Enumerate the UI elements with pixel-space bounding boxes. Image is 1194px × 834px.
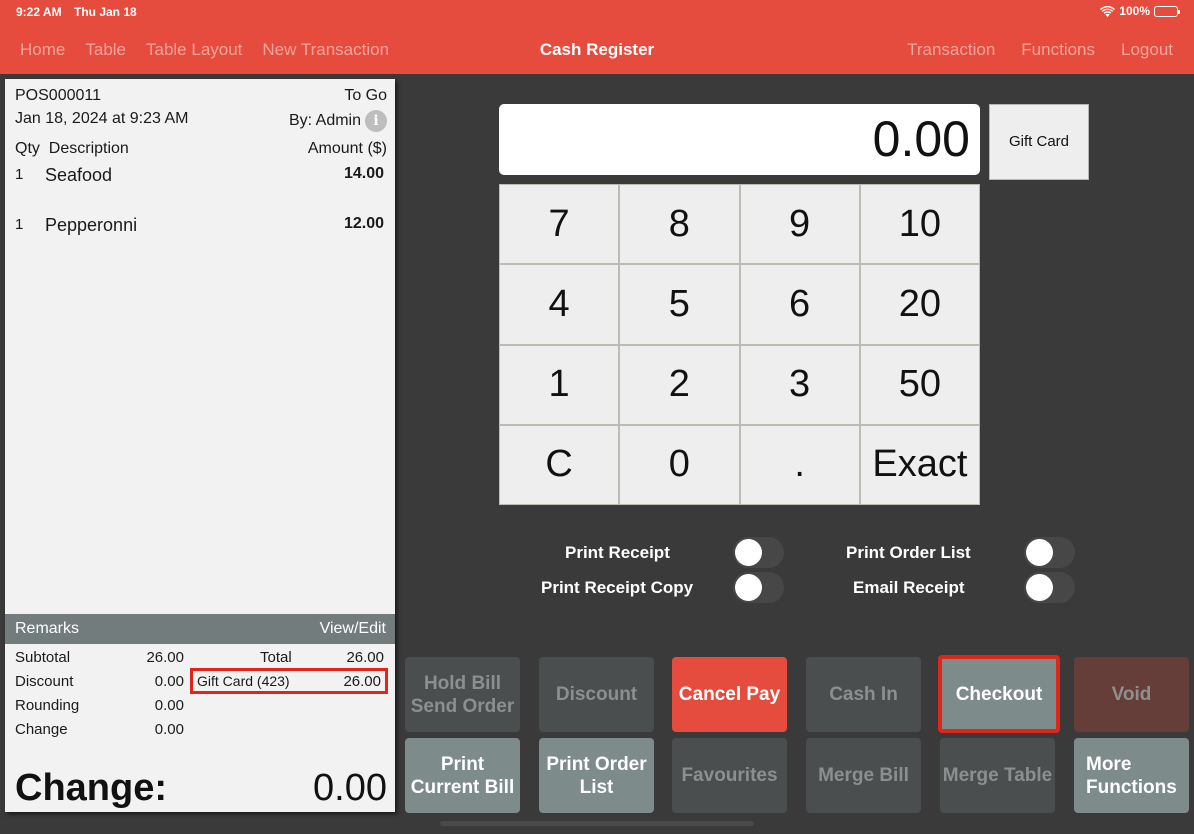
column-qty: Qty	[15, 140, 40, 157]
key-20[interactable]: 20	[860, 265, 979, 344]
key-7[interactable]: 7	[500, 185, 619, 264]
column-description: Description	[48, 140, 129, 157]
key-9[interactable]: 9	[740, 185, 859, 264]
key-10[interactable]: 10	[860, 185, 979, 264]
nav-new-transaction[interactable]: New Transaction	[262, 40, 389, 60]
discount-value: 0.00	[154, 673, 184, 690]
subtotal-value: 26.00	[146, 649, 184, 666]
print-receipt-copy-label: Print Receipt Copy	[541, 578, 694, 597]
battery-percent: 100%	[1119, 4, 1150, 18]
nav-table-layout[interactable]: Table Layout	[146, 40, 242, 60]
cancel-pay-button[interactable]: Cancel Pay	[672, 657, 787, 732]
receipt-cashier: By: Admin	[288, 112, 361, 130]
nav-right: Transaction Functions Logout	[907, 40, 1173, 60]
void-button[interactable]: Void	[1074, 657, 1189, 732]
column-amount: Amount ($)	[307, 140, 387, 157]
nav-table[interactable]: Table	[85, 40, 126, 60]
key-6[interactable]: 6	[740, 265, 859, 344]
page-title: Cash Register	[539, 40, 655, 59]
payment-label: Gift Card (423)	[197, 673, 290, 689]
home-indicator[interactable]	[440, 821, 754, 826]
nav-home[interactable]: Home	[20, 40, 65, 60]
cash-in-button[interactable]: Cash In	[806, 657, 921, 732]
total-value: 26.00	[346, 649, 384, 666]
change-big-label: Change:	[15, 767, 167, 809]
hold-bill-send-order-button[interactable]: Hold Bill Send Order	[405, 657, 520, 732]
remarks-label: Remarks	[15, 620, 80, 637]
amount-display[interactable]: 0.00	[499, 104, 980, 175]
key-50[interactable]: 50	[860, 345, 979, 424]
key-exact[interactable]: Exact	[860, 425, 979, 504]
rounding-value: 0.00	[154, 697, 184, 714]
top-bar: 9:22 AM Thu Jan 18 100% Home Table Table…	[0, 0, 1194, 74]
nav-left: Home Table Table Layout New Transaction	[20, 40, 389, 60]
receipt-number: POS000011	[15, 87, 101, 104]
discount-label: Discount	[15, 673, 74, 690]
key-2[interactable]: 2	[620, 345, 739, 424]
remarks-bar: Remarks View/Edit	[5, 614, 395, 644]
favourites-button[interactable]: Favourites	[672, 738, 787, 813]
key-0[interactable]: 0	[620, 425, 739, 504]
item-qty: 1	[15, 166, 24, 183]
nav-transaction[interactable]: Transaction	[907, 40, 995, 60]
key-clear[interactable]: C	[500, 425, 619, 504]
subtotal-label: Subtotal	[15, 649, 71, 666]
status-date: Thu Jan 18	[74, 5, 137, 19]
email-receipt-label: Email Receipt	[853, 578, 965, 597]
merge-table-button[interactable]: Merge Table	[940, 738, 1055, 813]
change-big-value: 0.00	[313, 767, 387, 809]
info-icon[interactable]: i	[365, 110, 387, 132]
key-5[interactable]: 5	[620, 265, 739, 344]
item-description: Seafood	[45, 165, 113, 185]
print-receipt-copy-toggle[interactable]	[733, 572, 784, 603]
status-indicators: 100%	[1100, 4, 1180, 18]
discount-button[interactable]: Discount	[539, 657, 654, 732]
print-receipt-label: Print Receipt	[565, 543, 670, 562]
nav-logout[interactable]: Logout	[1121, 40, 1173, 60]
key-8[interactable]: 8	[620, 185, 739, 264]
print-order-list-toggle[interactable]	[1024, 537, 1075, 568]
status-time: 9:22 AM	[16, 5, 62, 19]
item-amount: 12.00	[343, 215, 384, 232]
payment-gift-card-row: Gift Card (423) 26.00	[190, 668, 388, 694]
item-amount: 14.00	[343, 165, 384, 182]
payment-value: 26.00	[343, 672, 381, 690]
total-label: Total	[260, 649, 292, 666]
merge-bill-button[interactable]: Merge Bill	[806, 738, 921, 813]
gift-card-button[interactable]: Gift Card	[989, 104, 1089, 180]
item-description: Pepperonni	[45, 215, 138, 235]
receipt-datetime: Jan 18, 2024 at 9:23 AM	[15, 110, 189, 127]
battery-icon	[1154, 5, 1180, 17]
order-type: To Go	[344, 87, 387, 104]
print-order-list-button[interactable]: Print Order List	[539, 738, 654, 813]
receipt-panel: POS000011 To Go Jan 18, 2024 at 9:23 AM …	[5, 79, 395, 812]
keypad: 7 8 9 10 4 5 6 20 1 2 3 50 C 0 . Exact	[499, 184, 980, 505]
change-label: Change	[15, 721, 68, 738]
change-value: 0.00	[154, 721, 184, 738]
more-functions-button[interactable]: More Functions	[1074, 738, 1189, 813]
print-current-bill-button[interactable]: Print Current Bill	[405, 738, 520, 813]
key-1[interactable]: 1	[500, 345, 619, 424]
wifi-icon	[1100, 5, 1116, 17]
remarks-view-edit-link[interactable]: View/Edit	[320, 620, 386, 638]
key-3[interactable]: 3	[740, 345, 859, 424]
key-4[interactable]: 4	[500, 265, 619, 344]
checkout-button[interactable]: Checkout	[938, 655, 1060, 733]
email-receipt-toggle[interactable]	[1024, 572, 1075, 603]
key-decimal[interactable]: .	[740, 425, 859, 504]
print-receipt-toggle[interactable]	[733, 537, 784, 568]
item-qty: 1	[15, 216, 24, 233]
nav-functions[interactable]: Functions	[1021, 40, 1095, 60]
rounding-label: Rounding	[15, 697, 80, 714]
print-order-list-label: Print Order List	[846, 543, 971, 562]
